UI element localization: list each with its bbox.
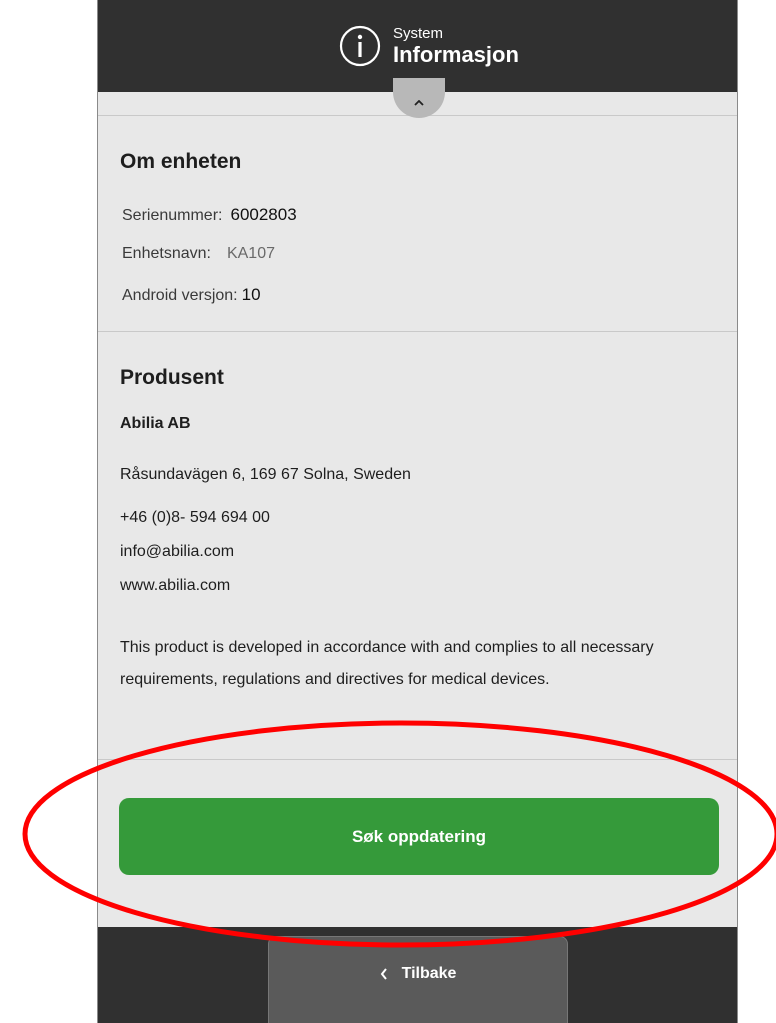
chevron-left-icon	[380, 968, 387, 980]
back-button[interactable]: Tilbake	[268, 936, 568, 1023]
manufacturer-email: info@abilia.com	[120, 543, 235, 560]
device-name-label: Enhetsnavn:	[122, 245, 211, 262]
divider	[98, 331, 737, 332]
serial-number-value: 6002803	[230, 205, 297, 224]
device-screen: System Informasjon Om enheten Serienumme…	[97, 0, 738, 1023]
manufacturer-address: Råsundavägen 6, 169 67 Solna, Sweden	[120, 466, 411, 483]
check-update-button[interactable]: Søk oppdatering	[119, 798, 719, 875]
android-version-row: Android versjon: 10	[122, 285, 261, 305]
page-title: Informasjon	[393, 42, 519, 67]
android-version-value: 10	[241, 285, 261, 304]
info-icon	[339, 25, 381, 67]
manufacturer-company: Abilia AB	[120, 415, 191, 432]
device-name-row: Enhetsnavn: KA107	[122, 245, 275, 263]
device-name-value: KA107	[226, 245, 275, 262]
android-version-label: Android versjon:	[122, 287, 238, 304]
footer-bar: Tilbake	[98, 927, 737, 1023]
divider	[98, 759, 737, 760]
chevron-up-icon	[414, 100, 424, 106]
compliance-text: This product is developed in accordance …	[120, 639, 654, 688]
back-button-label: Tilbake	[401, 965, 457, 982]
section-title-manufacturer: Produsent	[120, 366, 224, 389]
manufacturer-website: www.abilia.com	[120, 577, 231, 594]
section-title-about-device: Om enheten	[120, 150, 242, 173]
collapse-button[interactable]	[393, 78, 445, 118]
serial-number-row: Serienummer: 6002803	[122, 205, 297, 225]
manufacturer-phone: +46 (0)8- 594 694 00	[120, 509, 270, 526]
serial-number-label: Serienummer:	[122, 207, 223, 224]
screenshot-canvas: System Informasjon Om enheten Serienumme…	[0, 0, 776, 1023]
header-subtitle: System	[393, 25, 444, 42]
header-title-group: System Informasjon	[339, 21, 519, 71]
header-title-text: System Informasjon	[393, 26, 519, 66]
